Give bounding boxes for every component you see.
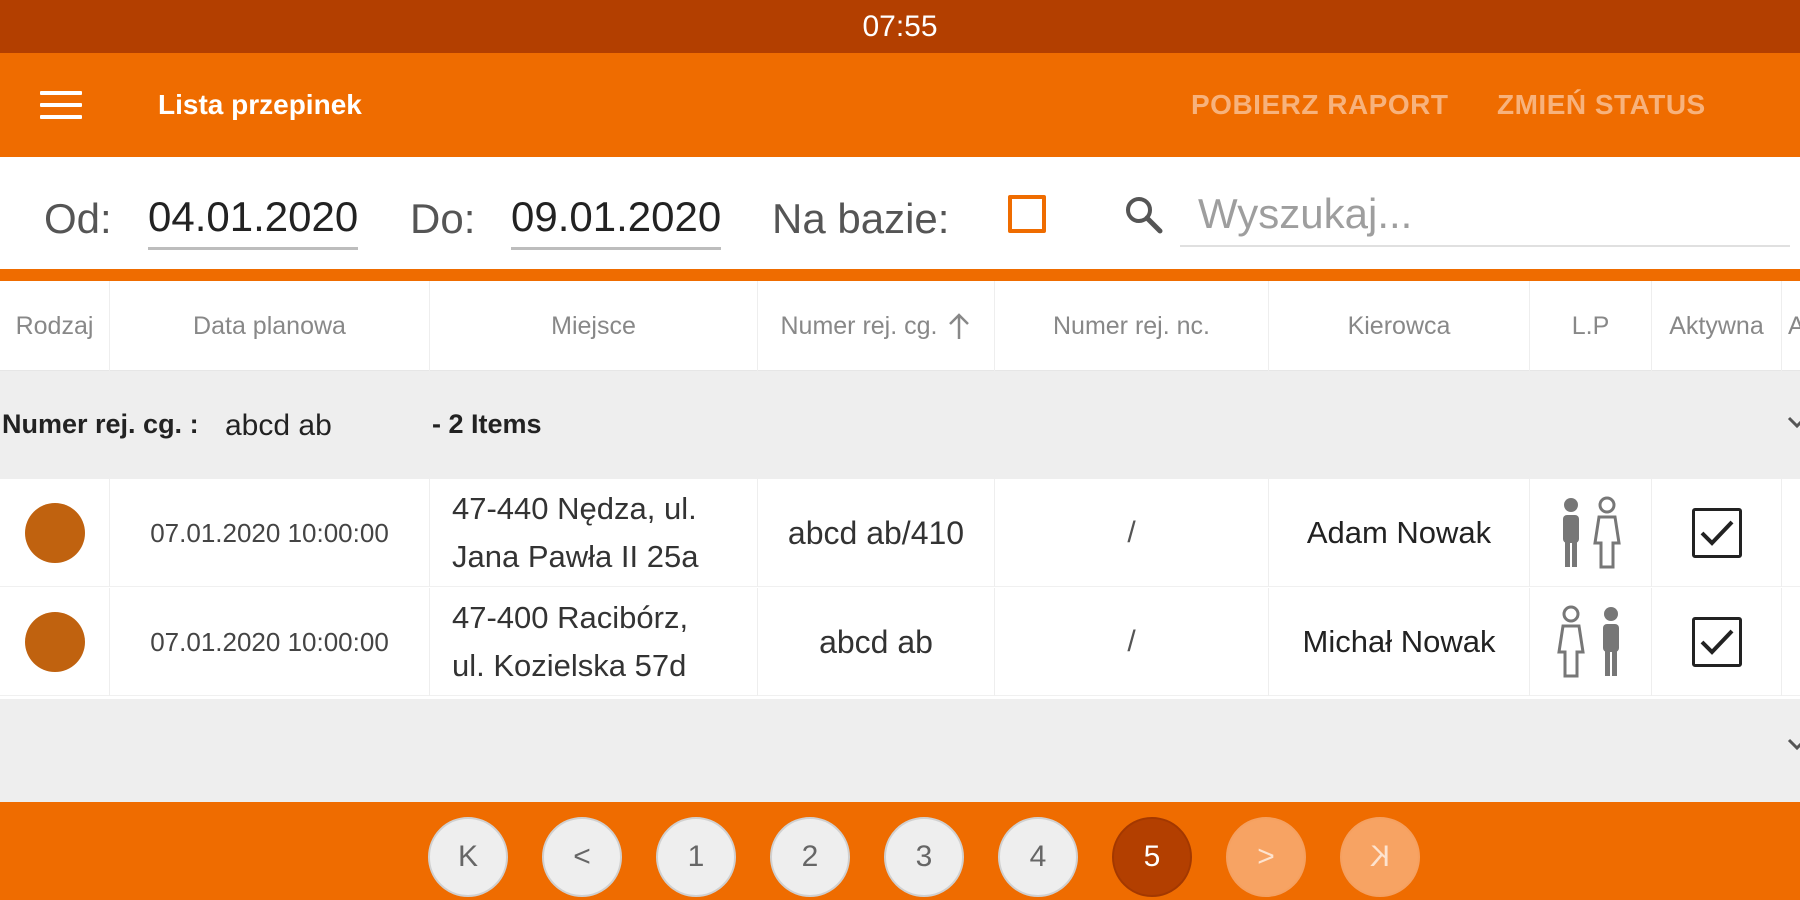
chevron-down-icon[interactable] [1786,411,1800,433]
reg-nc-cell: / [995,479,1269,587]
data-grid: Rodzaj Data planowa Miejsce Numer rej. c… [0,281,1800,802]
status-bar: 07:55 [0,0,1800,53]
previous-page-button[interactable]: < [542,817,622,897]
column-header-active[interactable]: Aktywna [1652,281,1782,371]
active-checkbox[interactable] [1691,508,1742,558]
sort-ascending-icon [949,313,970,339]
on-base-checkbox[interactable] [1008,195,1046,233]
page-4-button[interactable]: 4 [998,817,1078,897]
place-line-1: 47-400 Racibórz, [452,600,689,635]
planned-date-cell: 07.01.2020 10:00:00 [110,588,430,696]
place-line-2: ul. Kozielska 57d [452,648,687,683]
checkmark-icon [1700,520,1733,546]
status-time: 07:55 [862,9,938,43]
group-header-row[interactable]: Numer rej. cg. : abcd ab - 2 Items [0,371,1800,479]
filter-bar: Od: 04.01.2020 Do: 09.01.2020 Na bazie: [0,157,1800,269]
filter-divider [0,269,1800,281]
page-3-button[interactable]: 3 [884,817,964,897]
driver-cell: Adam Nowak [1269,479,1530,587]
grid-header: Rodzaj Data planowa Miejsce Numer rej. c… [0,281,1800,371]
page-2-button[interactable]: 2 [770,817,850,897]
column-header-planned-date[interactable]: Data planowa [110,281,430,371]
active-checkbox[interactable] [1691,617,1742,667]
page-1-button[interactable]: 1 [656,817,736,897]
place-line-2: Jana Pawła II 25a [452,539,699,574]
hamburger-menu-icon[interactable] [40,91,82,121]
page-title: Lista przepinek [158,89,362,120]
driver-cell: Michał Nowak [1269,588,1530,696]
last-page-button[interactable]: K [1340,817,1420,897]
group-footer-row [0,699,1800,802]
reg-cg-cell: abcd ab/410 [758,479,995,587]
to-label: Do: [410,195,476,242]
group-item-count: - 2 Items [432,409,542,439]
active-cell [1652,588,1782,696]
place-cell: 47-400 Racibórz, ul. Kozielska 57d [430,588,758,696]
type-status-dot [24,612,85,672]
column-header-lp[interactable]: L.P [1530,281,1652,371]
download-report-button[interactable]: POBIERZ RAPORT [1191,89,1448,121]
group-key-value: abcd ab [225,409,332,442]
page-5-button[interactable]: 5 [1112,817,1192,897]
to-date-field[interactable]: 09.01.2020 [511,193,722,250]
group-key-label: Numer rej. cg. : [2,409,199,439]
column-header-reg-cg[interactable]: Numer rej. cg. [758,281,995,371]
column-header-type[interactable]: Rodzaj [0,281,110,371]
table-row[interactable]: 07.01.2020 10:00:00 47-440 Nędza, ul. Ja… [0,479,1800,587]
reg-cg-cell: abcd ab [758,588,995,696]
search-icon [1126,197,1163,234]
change-status-button[interactable]: ZMIEŃ STATUS [1497,89,1706,121]
type-status-dot [24,503,85,563]
on-base-label: Na bazie: [772,195,950,242]
column-header-reg-cg-label: Numer rej. cg. [780,311,938,340]
lp-cell [1530,479,1652,587]
app-bar: Lista przepinek POBIERZ RAPORT ZMIEŃ STA… [0,53,1800,157]
lp-cell [1530,588,1652,696]
first-page-button[interactable]: K [428,817,508,897]
person-pair-icon [1562,496,1621,569]
column-header-reg-nc[interactable]: Numer rej. nc. [995,281,1269,371]
type-cell [0,588,110,696]
active-cell [1652,479,1782,587]
chevron-down-icon[interactable] [1786,733,1800,755]
checkmark-icon [1700,629,1733,655]
from-label: Od: [44,195,112,242]
column-header-place[interactable]: Miejsce [430,281,758,371]
person-pair-icon [1556,605,1619,678]
place-line-1: 47-440 Nędza, ul. [452,491,697,526]
next-page-button[interactable]: > [1226,817,1306,897]
pagination-bar: K < 1 2 3 4 5 > K [0,802,1800,900]
from-date-field[interactable]: 04.01.2020 [148,193,359,250]
reg-nc-cell: / [995,588,1269,696]
table-row[interactable]: 07.01.2020 10:00:00 47-400 Racibórz, ul.… [0,588,1800,696]
type-cell [0,479,110,587]
planned-date-cell: 07.01.2020 10:00:00 [110,479,430,587]
column-header-truncated[interactable]: A [1782,281,1800,371]
place-cell: 47-440 Nędza, ul. Jana Pawła II 25a [430,479,758,587]
column-header-driver[interactable]: Kierowca [1269,281,1530,371]
search-input[interactable] [1180,183,1790,247]
